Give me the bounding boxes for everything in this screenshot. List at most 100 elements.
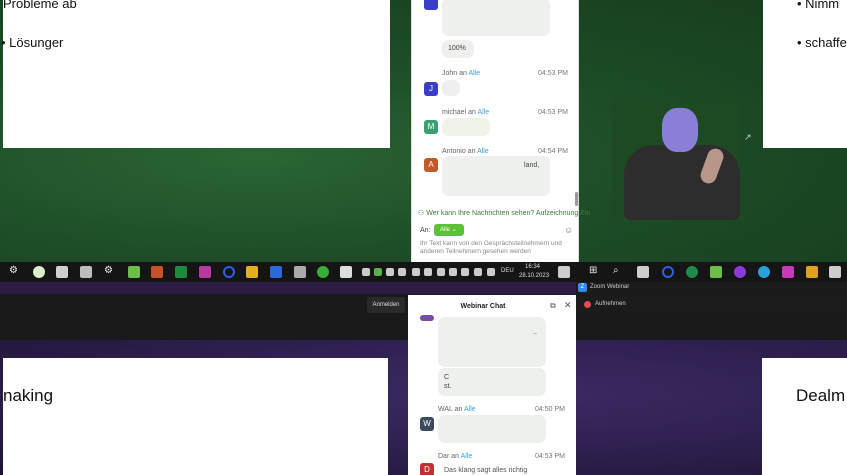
message-fragment: C — [444, 374, 450, 381]
close-icon[interactable]: ✕ — [564, 300, 572, 311]
message-bubble: land, — [442, 156, 550, 196]
zoom-logo-icon: Z — [578, 283, 587, 292]
bottom-right-slide: Dealm — [762, 358, 847, 475]
message-bubble — [442, 0, 550, 36]
app-icon[interactable] — [317, 266, 329, 278]
onenote-icon[interactable] — [199, 266, 211, 278]
app-icon[interactable] — [340, 266, 352, 278]
clock-time[interactable]: 16:34 — [525, 264, 540, 270]
record-label[interactable]: Aufnehmen — [595, 301, 626, 307]
tray-icon[interactable] — [449, 268, 457, 276]
edge-icon[interactable] — [758, 266, 770, 278]
message-fragment: Das klang sagt alles richtig — [444, 467, 528, 474]
to-label: An: — [420, 227, 431, 234]
slide-text-line1: Probleme ab — [3, 0, 77, 11]
message-fragment: st. — [444, 383, 452, 390]
top-right-slide: • Nimm • schaffe — [763, 0, 847, 148]
message-header: michael an Alle — [442, 109, 490, 116]
browser-icon[interactable] — [662, 266, 674, 278]
chevron-down-icon: ⌄ — [451, 227, 457, 233]
top-left-slide: Probleme ab • Lösunger — [1, 0, 390, 148]
app-icon[interactable] — [151, 266, 163, 278]
recipient-dropdown[interactable]: Alle ⌄ — [434, 224, 464, 236]
signin-button[interactable]: Anmelden — [367, 297, 405, 313]
tray-icon[interactable] — [362, 268, 370, 276]
zoom-title-bar: Z Zoom Webinar — [576, 282, 847, 294]
tray-icon[interactable] — [412, 268, 420, 276]
zoom-window-title: Zoom Webinar — [590, 284, 630, 290]
message-bubble — [442, 118, 490, 136]
slide-right-line1: • Nimm — [797, 0, 840, 11]
visibility-notice[interactable]: ⚇ Wer kann Ihre Nachrichten sehen? Aufze… — [418, 209, 590, 217]
app-icon[interactable] — [782, 266, 794, 278]
app-icon[interactable] — [128, 266, 140, 278]
tray-icon[interactable] — [474, 268, 482, 276]
message-bubble: C st. — [438, 368, 546, 396]
message-time: 04:54 PM — [538, 148, 568, 155]
volume-icon[interactable] — [461, 268, 469, 276]
message-header: WAL an Alle — [438, 406, 476, 413]
progress-text: 100% — [448, 45, 466, 52]
tray-icon[interactable] — [424, 268, 432, 276]
tray-icon[interactable] — [437, 268, 445, 276]
message-bubble: .. — [438, 317, 546, 367]
avatar — [424, 0, 438, 10]
app-icon[interactable] — [734, 266, 746, 278]
calculator-icon[interactable] — [246, 266, 258, 278]
emoji-icon[interactable]: ☺ — [564, 225, 573, 235]
cursor-icon: ↗ — [744, 132, 752, 142]
record-icon[interactable] — [584, 301, 591, 308]
message-time: 04:53 PM — [535, 453, 565, 460]
message-bubble-progress: 100% — [442, 40, 474, 58]
app-icon[interactable] — [686, 266, 698, 278]
message-fragment: land, — [524, 162, 540, 169]
tray-icon[interactable] — [374, 268, 382, 276]
app-icon[interactable] — [294, 266, 306, 278]
presenter-face-blur — [662, 108, 698, 152]
webinar-chat-panel: Webinar Chat ⧉ ✕ .. C st. WAL an Alle 04… — [408, 295, 576, 475]
app-icon-drive[interactable] — [80, 266, 92, 278]
slide-text: Dealm — [796, 386, 846, 405]
app-icon[interactable] — [270, 266, 282, 278]
clock-date[interactable]: 28.10.2023 — [519, 273, 549, 279]
message-header: Antonio an Alle — [442, 148, 489, 155]
message-time: 04:53 PM — [538, 70, 568, 77]
gear-icon[interactable]: ⚙ — [9, 265, 21, 277]
chat-panel-top: 100% John an Alle 04:53 PM J michael an … — [411, 0, 590, 262]
people-icon: ⚇ — [418, 210, 427, 217]
search-icon[interactable]: ⌕ — [613, 265, 625, 277]
windows-taskbar: ⚙ ⚙ DEU 16:34 28.10.2023 ⊞ ⌕ — [0, 262, 847, 282]
message-header: Dar an Alle — [438, 453, 473, 460]
popout-icon[interactable]: ⧉ — [550, 301, 556, 311]
task-view-icon[interactable] — [637, 266, 649, 278]
avatar-wal: W — [420, 417, 434, 431]
app-icon-drive[interactable] — [56, 266, 68, 278]
app-icon-green[interactable] — [33, 266, 45, 278]
slide-text: naking — [3, 386, 54, 405]
chat-scrollbar[interactable] — [575, 192, 578, 206]
gear-icon[interactable]: ⚙ — [104, 265, 116, 277]
app-icon[interactable] — [829, 266, 841, 278]
app-icon[interactable] — [806, 266, 818, 278]
avatar-michael: M — [424, 120, 438, 134]
slide-text-line2: • Lösunger — [1, 35, 64, 50]
avatar — [420, 315, 434, 321]
tray-icon[interactable] — [398, 268, 406, 276]
avatar-antonio: A — [424, 158, 438, 172]
excel-icon[interactable] — [175, 266, 187, 278]
browser-icon[interactable] — [223, 266, 235, 278]
windows-start-icon[interactable]: ⊞ — [589, 265, 601, 277]
message-time: 04:53 PM — [538, 109, 568, 116]
notification-icon[interactable] — [558, 266, 570, 278]
app-icon[interactable] — [710, 266, 722, 278]
tray-icon[interactable] — [386, 268, 394, 276]
network-icon[interactable] — [487, 268, 495, 276]
message-fragment: .. — [533, 329, 537, 336]
message-bubble — [438, 415, 546, 443]
message-header: John an Alle — [442, 70, 481, 77]
avatar-dar: D — [420, 463, 434, 475]
chat-input-placeholder[interactable]: Ihr Text kann von den Gesprächsteilnehme… — [420, 240, 576, 256]
message-bubble — [442, 80, 460, 96]
language-indicator[interactable]: DEU — [501, 268, 514, 274]
zoom-recording-bar: Aufnehmen — [576, 296, 847, 314]
